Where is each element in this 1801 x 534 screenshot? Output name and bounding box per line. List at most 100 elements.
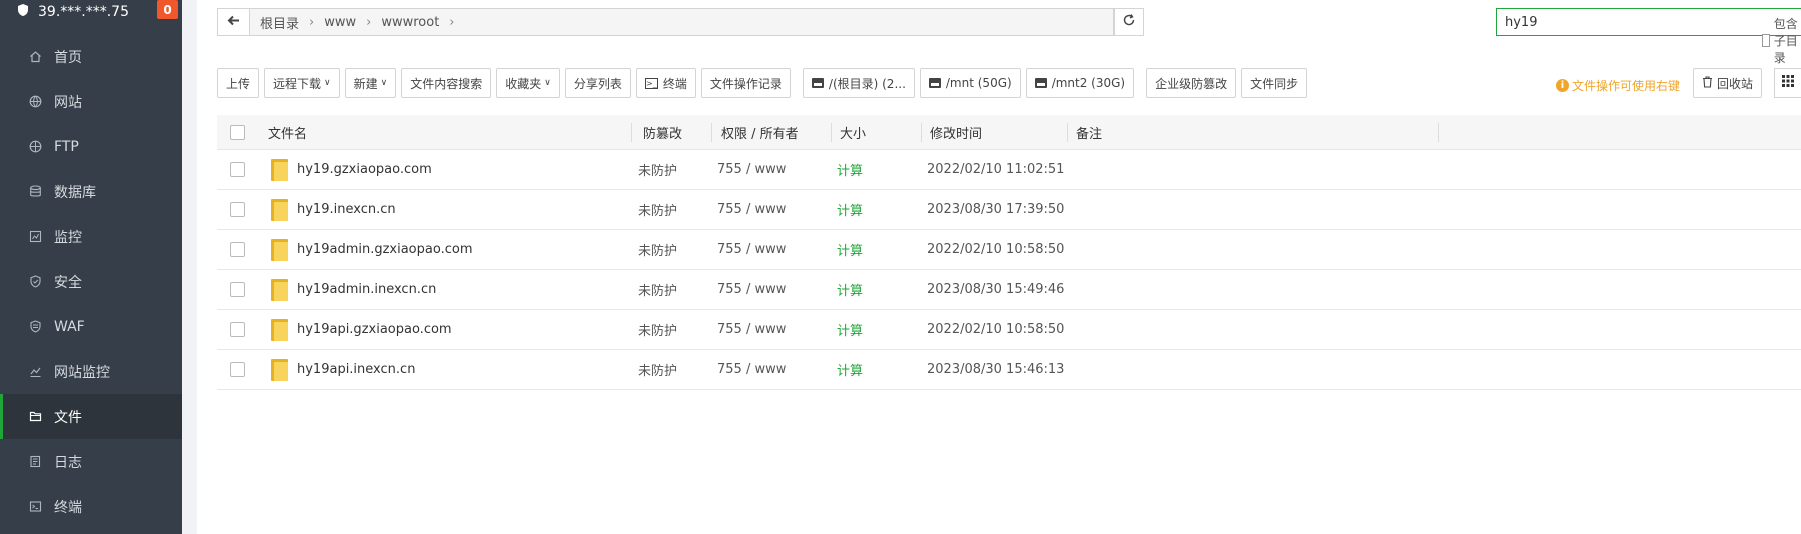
permission[interactable]: 755 / www (717, 242, 786, 257)
back-button[interactable] (218, 9, 250, 35)
crumb-root[interactable]: 根目录 (260, 13, 299, 32)
permission[interactable]: 755 / www (717, 362, 786, 377)
terminal-button[interactable]: >_ 终端 (635, 68, 696, 98)
grid-icon (1782, 75, 1794, 91)
recycle-bin-button[interactable]: 回收站 (1693, 68, 1763, 98)
permission[interactable]: 755 / www (717, 162, 786, 177)
table-row[interactable]: hy19api.gzxiaopao.com 未防护 755 / www 计算 2… (217, 310, 1801, 350)
protect-status[interactable]: 未防护 (638, 360, 677, 379)
sidebar-item-terminal[interactable]: 终端 (0, 484, 182, 529)
server-icon (16, 3, 30, 21)
remote-download-button[interactable]: 远程下载 ∨ (264, 68, 340, 98)
protect-status[interactable]: 未防护 (638, 160, 677, 179)
favorites-button[interactable]: 收藏夹 ∨ (496, 68, 560, 98)
sidebar-item-database[interactable]: 数据库 (0, 169, 182, 214)
select-all-checkbox[interactable] (230, 124, 245, 140)
sidebar-item-site-monitor[interactable]: 网站监控 (0, 349, 182, 394)
disk-mnt-button[interactable]: /mnt (50G) (919, 68, 1021, 98)
path-bar[interactable]: 根目录 › www › wwwroot › (217, 8, 1114, 36)
permission[interactable]: 755 / www (717, 202, 786, 217)
tamper-proof-button[interactable]: 企业级防篡改 (1146, 68, 1237, 98)
server-header[interactable]: 39.***.***.75 0 (0, 0, 182, 24)
sidebar-item-monitor[interactable]: 监控 (0, 214, 182, 259)
grid-view-button[interactable] (1774, 68, 1801, 98)
disk-icon (1034, 78, 1047, 88)
protect-status[interactable]: 未防护 (638, 320, 677, 339)
sidebar-item-label: 首页 (54, 49, 82, 66)
content-search-button[interactable]: 文件内容搜索 (401, 68, 492, 98)
home-icon (28, 50, 42, 64)
sidebar-item-waf[interactable]: WAF (0, 304, 182, 349)
sidebar-item-home[interactable]: 首页 (0, 34, 182, 79)
modified-time: 2023/08/30 15:46:13 (927, 362, 1065, 377)
op-log-button[interactable]: 文件操作记录 (700, 68, 791, 98)
row-checkbox[interactable] (230, 162, 245, 177)
file-name[interactable]: hy19.inexcn.cn (297, 202, 396, 217)
notification-badge[interactable]: 0 (157, 0, 178, 19)
size-calc-link[interactable]: 计算 (837, 160, 863, 179)
protect-status[interactable]: 未防护 (638, 240, 677, 259)
include-subdir-toggle[interactable]: 包含子目录 (1762, 15, 1801, 66)
permission[interactable]: 755 / www (717, 282, 786, 297)
chevron-down-icon: ∨ (380, 78, 388, 88)
header-size[interactable]: 大小 (840, 123, 866, 142)
sidebar-item-label: 文件 (54, 409, 82, 426)
size-calc-link[interactable]: 计算 (837, 320, 863, 339)
new-button[interactable]: 新建 ∨ (344, 68, 397, 98)
include-subdir-checkbox[interactable] (1762, 34, 1770, 47)
disk-icon (928, 78, 941, 88)
file-name[interactable]: hy19api.inexcn.cn (297, 362, 415, 377)
share-list-button[interactable]: 分享列表 (564, 68, 631, 98)
sidebar-item-logs[interactable]: 日志 (0, 439, 182, 484)
disk-icon (811, 78, 824, 88)
crumb-www[interactable]: www (324, 15, 356, 30)
tip-text: 文件操作可使用右键 (1572, 79, 1681, 93)
protect-status[interactable]: 未防护 (638, 280, 677, 299)
header-name[interactable]: 文件名 (268, 123, 307, 142)
table-row[interactable]: hy19.inexcn.cn 未防护 755 / www 计算 2023/08/… (217, 190, 1801, 230)
file-name[interactable]: hy19api.gzxiaopao.com (297, 322, 452, 337)
sidebar-item-files[interactable]: 文件 (0, 394, 182, 439)
size-calc-link[interactable]: 计算 (837, 360, 863, 379)
header-mtime[interactable]: 修改时间 (930, 123, 982, 142)
chevron-right-icon: › (366, 14, 372, 30)
search-input[interactable] (1505, 14, 1735, 30)
row-checkbox[interactable] (230, 362, 245, 377)
file-name[interactable]: hy19admin.gzxiaopao.com (297, 242, 472, 257)
permission[interactable]: 755 / www (717, 322, 786, 337)
modified-time: 2023/08/30 15:49:46 (927, 282, 1065, 297)
header-perm[interactable]: 权限 / 所有者 (721, 123, 799, 142)
header-protect[interactable]: 防篡改 (643, 123, 682, 142)
upload-label: 上传 (226, 76, 251, 91)
table-row[interactable]: hy19.gzxiaopao.com 未防护 755 / www 计算 2022… (217, 150, 1801, 190)
crumb-wwwroot[interactable]: wwwroot (381, 15, 439, 30)
content-search-label: 文件内容搜索 (410, 76, 483, 91)
file-sync-button[interactable]: 文件同步 (1241, 68, 1308, 98)
terminal-label: 终端 (662, 76, 687, 91)
row-checkbox[interactable] (230, 322, 245, 337)
sidebar-item-security[interactable]: 安全 (0, 259, 182, 304)
file-name[interactable]: hy19.gzxiaopao.com (297, 162, 432, 177)
size-calc-link[interactable]: 计算 (837, 280, 863, 299)
table-row[interactable]: hy19api.inexcn.cn 未防护 755 / www 计算 2023/… (217, 350, 1801, 390)
row-checkbox[interactable] (230, 202, 245, 217)
row-checkbox[interactable] (230, 242, 245, 257)
search-box[interactable]: 包含子目录 (1496, 8, 1801, 65)
disk-mnt2-button[interactable]: /mnt2 (30G) (1025, 68, 1135, 98)
sidebar-item-label: 网站监控 (54, 364, 110, 381)
row-checkbox[interactable] (230, 282, 245, 297)
header-note: 备注 (1076, 126, 1103, 142)
sidebar-item-website[interactable]: 网站 (0, 79, 182, 124)
table-row[interactable]: hy19admin.inexcn.cn 未防护 755 / www 计算 202… (217, 270, 1801, 310)
protect-status[interactable]: 未防护 (638, 200, 677, 219)
sidebar-item-ftp[interactable]: FTP (0, 124, 182, 169)
size-calc-link[interactable]: 计算 (837, 240, 863, 259)
file-name[interactable]: hy19admin.inexcn.cn (297, 282, 436, 297)
waf-shield-icon (28, 320, 42, 334)
upload-button[interactable]: 上传 (217, 68, 260, 98)
refresh-button[interactable] (1114, 8, 1144, 36)
folder-icon (271, 358, 288, 381)
size-calc-link[interactable]: 计算 (837, 200, 863, 219)
table-row[interactable]: hy19admin.gzxiaopao.com 未防护 755 / www 计算… (217, 230, 1801, 270)
disk-root-button[interactable]: /(根目录) (2... (802, 68, 915, 98)
